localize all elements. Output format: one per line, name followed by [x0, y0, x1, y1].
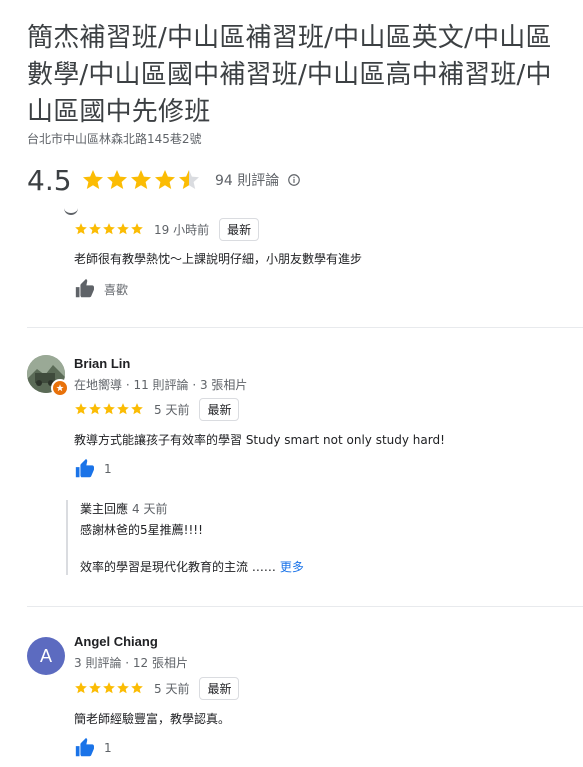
info-icon[interactable] [287, 173, 301, 187]
star-icon [155, 170, 175, 189]
reviewer-meta: 在地嚮導 · 11 則評論 · 3 張相片 [74, 378, 248, 392]
review-time: 5 天前 [154, 402, 190, 417]
star-icon [89, 682, 101, 694]
star-badge-icon [56, 384, 64, 392]
review-stars [74, 402, 144, 416]
owner-reply: 業主回應 4 天前 感謝林爸的5星推薦!!!! 效率的學習是現代化教育的主流 ……… [66, 500, 500, 575]
owner-reply-text-line2: 效率的學習是現代化教育的主流 …… [80, 560, 276, 574]
review-time: 5 天前 [154, 681, 190, 696]
star-icon [75, 403, 87, 415]
review-rating-row: 19 小時前 最新 [74, 217, 260, 241]
like-button[interactable]: 1 [74, 458, 112, 480]
divider [27, 606, 583, 607]
star-icon [131, 223, 143, 235]
review-stars [74, 681, 144, 695]
place-address: 台北市中山區林森北路145巷2號 [27, 132, 202, 146]
like-label: 喜歡 [104, 282, 129, 297]
star-icon [89, 403, 101, 415]
divider [27, 327, 583, 328]
reviewer-avatar[interactable]: A [27, 637, 65, 675]
new-badge: 最新 [199, 676, 240, 700]
reviewer-meta: 3 則評論 · 12 張相片 [74, 656, 188, 670]
new-badge: 最新 [199, 397, 240, 421]
star-icon [89, 223, 101, 235]
star-icon [103, 223, 115, 235]
like-count: 1 [104, 741, 112, 755]
star-icon [117, 223, 129, 235]
rating-value: 4.5 [27, 163, 72, 197]
star-icon [117, 682, 129, 694]
review-time: 19 小時前 [154, 222, 210, 237]
like-button[interactable]: 1 [74, 737, 112, 759]
owner-reply-label: 業主回應 [80, 502, 129, 516]
like-count: 1 [104, 462, 112, 476]
rating-summary: 4.5 94 則評論 [27, 160, 301, 200]
star-icon [131, 403, 143, 415]
more-link[interactable]: 更多 [280, 560, 304, 574]
star-icon [107, 170, 127, 189]
review-text: 教導方式能讓孩子有效率的學習 Study smart not only stud… [74, 433, 445, 447]
thumbs-up-icon [75, 278, 94, 298]
review-text: 簡老師經驗豐富，教學認真。 [74, 712, 231, 726]
owner-reply-header: 業主回應 4 天前 [80, 500, 500, 517]
new-badge: 最新 [219, 217, 260, 241]
review-count-link[interactable]: 94 則評論 [215, 170, 279, 190]
star-icon [131, 170, 151, 189]
thumbs-up-icon [75, 458, 94, 478]
star-icon [179, 170, 199, 189]
star-icon [75, 223, 87, 235]
avatar-letter: A [39, 645, 52, 666]
star-icon [83, 170, 103, 189]
reviewer-name[interactable]: Brian Lin [74, 356, 130, 371]
review-rating-row: 5 天前 最新 [74, 676, 240, 700]
place-title: 簡杰補習班/中山區補習班/中山區英文/中山區數學/中山區國中補習班/中山區高中補… [27, 23, 552, 127]
like-button[interactable]: 喜歡 [74, 278, 128, 300]
owner-reply-text: 效率的學習是現代化教育的主流 …… 更多 [80, 558, 500, 575]
review-rating-row: 5 天前 最新 [74, 397, 240, 421]
star-icon [103, 403, 115, 415]
star-icon [117, 403, 129, 415]
owner-reply-time: 4 天前 [132, 502, 168, 516]
star-icon [75, 682, 87, 694]
reviewer-name[interactable]: Angel Chiang [74, 634, 158, 649]
rating-stars [81, 168, 201, 192]
star-icon [131, 682, 143, 694]
star-icon [103, 682, 115, 694]
review-stars [74, 222, 144, 236]
thumbs-up-icon [75, 737, 94, 757]
local-guide-badge [51, 379, 69, 397]
owner-reply-text: 感謝林爸的5星推薦!!!! [80, 523, 203, 537]
avatar-edge [64, 205, 78, 215]
review-text: 老師很有教學熱忱～上課說明仔細，小朋友數學有進步 [74, 252, 363, 266]
